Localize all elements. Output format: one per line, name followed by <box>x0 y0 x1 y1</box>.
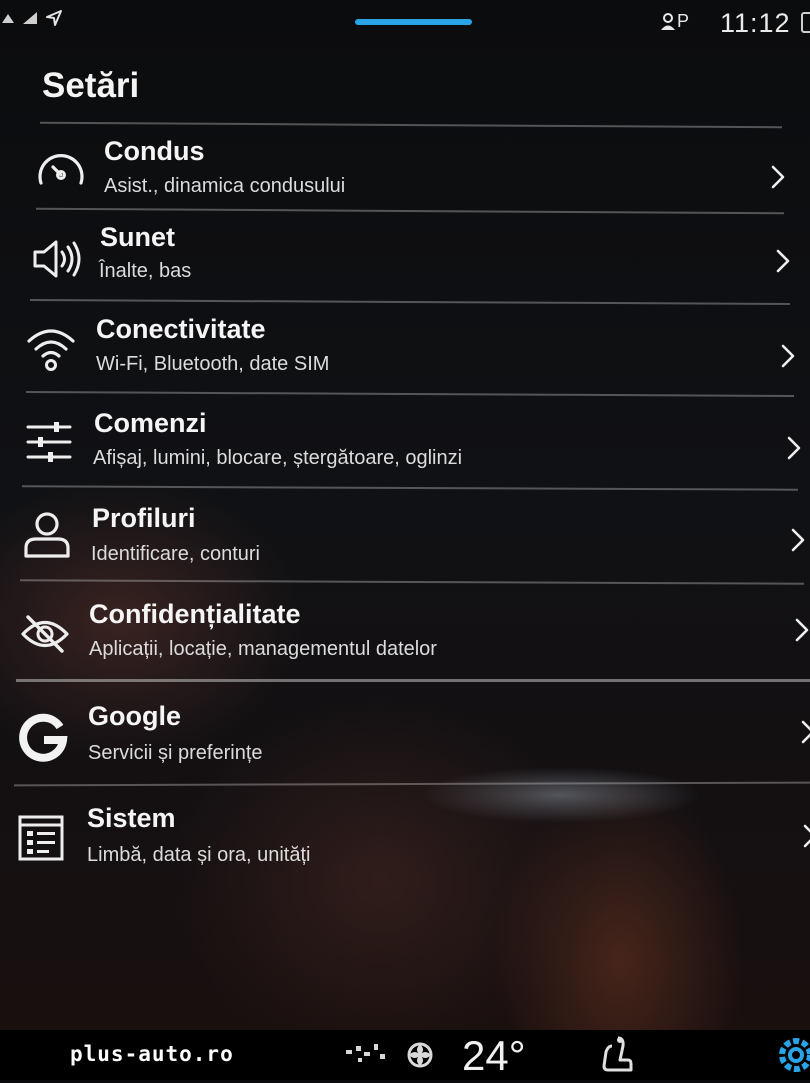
menu-item-subtitle: Afișaj, lumini, blocare, ștergătoare, og… <box>93 447 463 469</box>
seat-heating-icon[interactable] <box>598 1034 634 1076</box>
menu-item-subtitle: Wi-Fi, Bluetooth, date SIM <box>96 353 330 375</box>
notification-icon <box>2 11 14 25</box>
chevron-right-icon <box>790 527 806 553</box>
drawer-handle[interactable] <box>355 19 472 25</box>
chevron-right-icon <box>775 248 791 274</box>
chevron-right-icon <box>794 617 810 643</box>
menu-item-google[interactable]: Google Servicii și preferințe <box>0 679 810 769</box>
menu-item-title: Condus <box>104 136 205 166</box>
chevron-right-icon <box>780 343 796 369</box>
divider <box>16 679 810 682</box>
profile-indicator[interactable]: P <box>660 11 689 32</box>
menu-item-subtitle: Asist., dinamica condusului <box>104 175 346 197</box>
settings-gear-icon[interactable] <box>776 1032 810 1078</box>
chevron-right-icon <box>770 164 786 190</box>
menu-item-title: Sunet <box>100 222 176 252</box>
divider <box>13 781 810 787</box>
temperature-display[interactable]: 24° <box>462 1032 526 1080</box>
status-bar: P 11:12 <box>0 0 810 46</box>
google-icon <box>18 713 68 763</box>
fan-icon[interactable] <box>340 1038 440 1072</box>
menu-item-condus[interactable]: Condus Asist., dinamica condusului <box>0 121 810 214</box>
user-icon <box>22 510 72 560</box>
eye-off-icon <box>20 609 70 659</box>
profile-letter: P <box>677 11 690 31</box>
menu-item-title: Conectivitate <box>96 314 266 344</box>
menu-item-sunet[interactable]: Sunet Înalte, bas <box>0 207 810 300</box>
menu-item-profiluri[interactable]: Profiluri Identificare, conturi <box>0 485 810 577</box>
menu-item-comenzi[interactable]: Comenzi Afișaj, lumini, blocare, ștergăt… <box>0 390 810 483</box>
divider <box>19 579 805 585</box>
menu-item-subtitle: Servicii și preferințe <box>88 742 263 764</box>
menu-item-confidentialitate[interactable]: Confidențialitate Aplicații, locație, ma… <box>0 579 810 671</box>
menu-item-title: Profiluri <box>92 503 196 533</box>
menu-item-subtitle: Identificare, conturi <box>91 543 260 565</box>
battery-icon <box>800 10 810 34</box>
page-title: Setări <box>42 66 140 105</box>
navigation-arrow-icon <box>46 10 62 26</box>
menu-item-title: Comenzi <box>94 408 207 438</box>
menu-item-subtitle: Înalte, bas <box>99 260 192 282</box>
speedometer-icon <box>36 145 86 195</box>
menu-item-title: Confidențialitate <box>89 599 301 629</box>
clock: 11:12 <box>720 8 791 38</box>
menu-item-subtitle: Aplicații, locație, managementul datelor <box>89 638 437 660</box>
speaker-icon <box>31 234 81 284</box>
sliders-icon <box>24 417 74 467</box>
menu-item-conectivitate[interactable]: Conectivitate Wi-Fi, Bluetooth, date SIM <box>0 299 810 391</box>
bottom-bar: plus-auto.ro 24° <box>0 1030 810 1080</box>
watermark: plus-auto.ro <box>70 1042 234 1066</box>
menu-item-subtitle: Limbă, data și ora, unități <box>87 844 311 866</box>
person-icon <box>661 12 675 30</box>
menu-item-title: Sistem <box>87 803 176 833</box>
chevron-right-icon <box>786 435 802 461</box>
menu-item-title: Google <box>88 701 181 731</box>
divider <box>21 485 799 491</box>
menu-item-sistem[interactable]: Sistem Limbă, data și ora, unități <box>0 781 810 873</box>
status-icons <box>2 10 62 26</box>
wifi-icon <box>26 323 76 373</box>
chevron-right-icon <box>802 823 810 849</box>
signal-icon <box>22 11 38 25</box>
chevron-right-icon <box>800 719 810 745</box>
system-icon <box>16 813 66 863</box>
